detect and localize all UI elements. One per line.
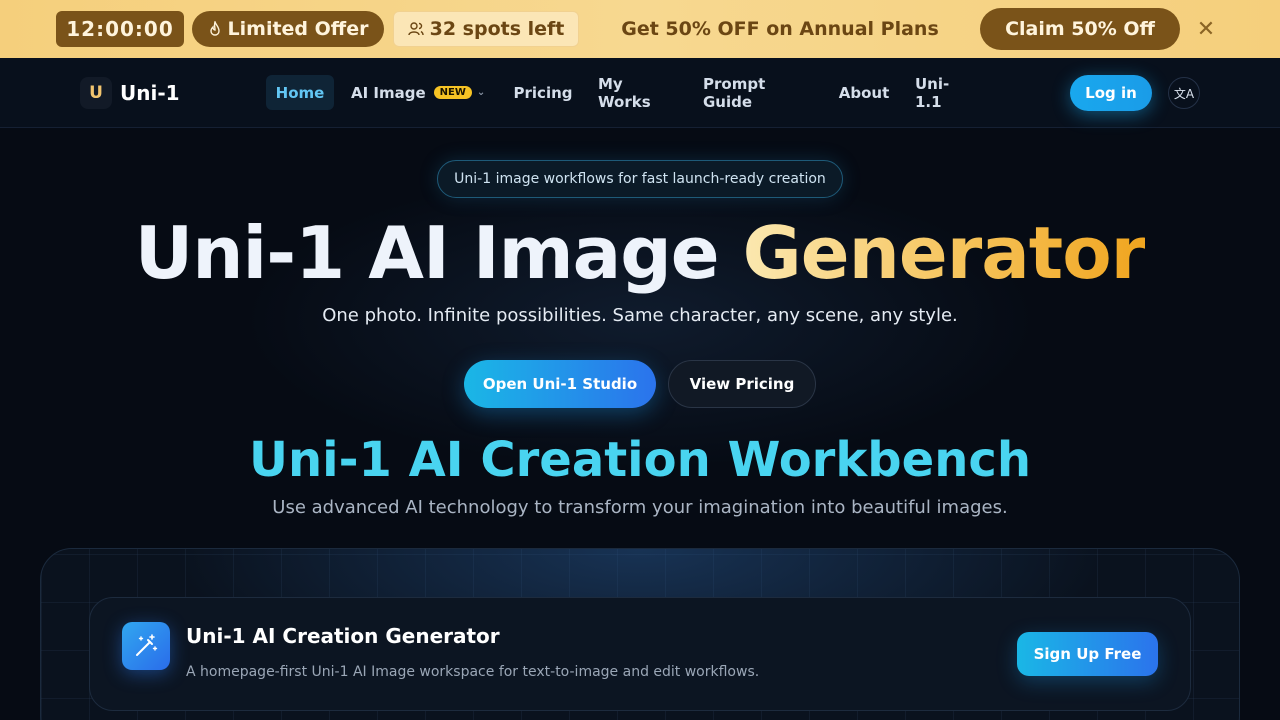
nav-item-ai-image[interactable]: AI Image NEW ⌄ (351, 75, 488, 110)
card-description: A homepage-first Uni-1 AI Image workspac… (186, 664, 760, 680)
spots-left-badge: 32 spots left (393, 11, 579, 47)
translate-icon[interactable]: 文A (1168, 77, 1200, 109)
hero-title-part2: Generator (742, 211, 1147, 295)
open-studio-button[interactable]: Open Uni-1 Studio (464, 360, 656, 408)
hero-subtitle: One photo. Infinite possibilities. Same … (322, 305, 958, 326)
nav-item-uni-1-1[interactable]: Uni-1.1 (915, 75, 973, 111)
hero-title-part1: Uni-1 AI Image (134, 211, 743, 295)
flame-icon (208, 21, 222, 37)
nav-item-prompt-guide[interactable]: Prompt Guide (703, 75, 813, 111)
spots-left-label: 32 spots left (429, 18, 565, 40)
magic-wand-icon (122, 622, 170, 670)
limited-offer-badge: Limited Offer (192, 11, 384, 47)
workbench-title: Uni-1 AI Creation Workbench (249, 432, 1031, 488)
logo-text[interactable]: Uni-1 (120, 80, 180, 106)
card-title: Uni-1 AI Creation Generator (186, 624, 500, 648)
hero-title: Uni-1 AI Image Generator (0, 210, 1280, 296)
workbench-subtitle: Use advanced AI technology to transform … (272, 497, 1008, 518)
countdown-timer: 12:00:00 (56, 11, 184, 47)
nav-item-home[interactable]: Home (266, 75, 334, 110)
chevron-down-icon: ⌄ (476, 87, 486, 98)
nav-item-my-works[interactable]: My Works (598, 75, 676, 111)
users-icon (407, 22, 424, 36)
claim-offer-button[interactable]: Claim 50% Off (980, 8, 1180, 50)
nav-item-about[interactable]: About (839, 75, 890, 110)
nav-item-pricing[interactable]: Pricing (514, 75, 573, 110)
nav-item-label: AI Image (351, 83, 426, 102)
hero-tagline-pill: Uni-1 image workflows for fast launch-re… (437, 160, 843, 198)
promo-message: Get 50% OFF on Annual Plans (621, 18, 939, 40)
sign-up-free-button[interactable]: Sign Up Free (1017, 632, 1158, 676)
limited-offer-label: Limited Offer (227, 18, 369, 40)
logo-icon[interactable]: U (80, 77, 112, 109)
new-badge: NEW (433, 86, 472, 99)
view-pricing-button[interactable]: View Pricing (668, 360, 816, 408)
close-icon[interactable]: ✕ (1194, 17, 1218, 42)
login-button[interactable]: Log in (1070, 75, 1152, 111)
